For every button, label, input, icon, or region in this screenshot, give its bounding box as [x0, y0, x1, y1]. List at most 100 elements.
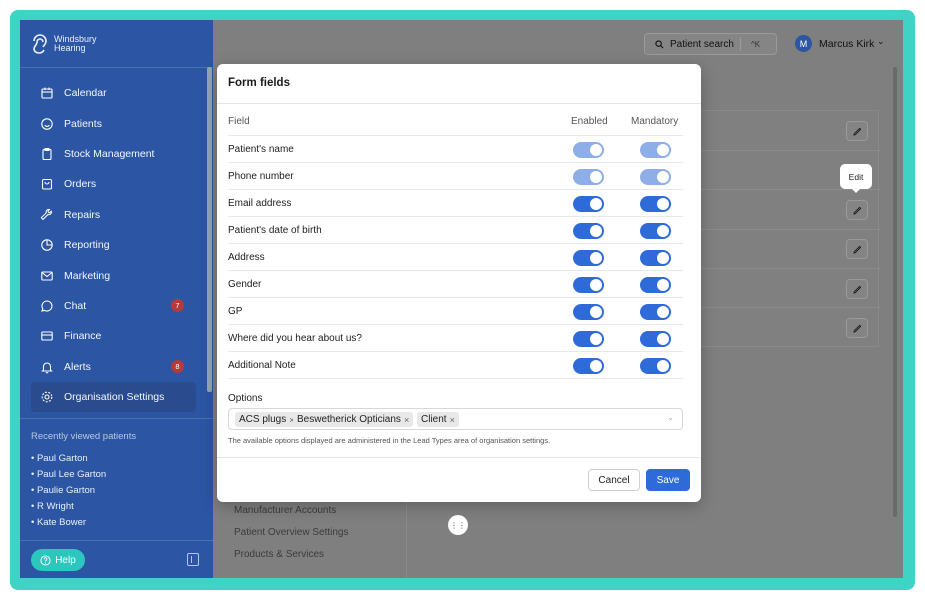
recent-patient-link[interactable]: • Kate Bower	[31, 515, 106, 531]
sidebar-item-stock-management[interactable]: Stock Management	[31, 139, 196, 169]
settings-nav-list: Manufacturer Accounts Patient Overview Se…	[225, 500, 407, 578]
settings-nav-item[interactable]: Patient Overview Settings	[225, 522, 406, 544]
sidebar-item-calendar[interactable]: Calendar	[31, 78, 196, 108]
toggle-knob	[590, 198, 602, 210]
settings-nav-item[interactable]: Manufacturer Accounts	[225, 500, 406, 522]
sidebar-item-alerts[interactable]: Alerts 8	[31, 352, 196, 382]
sidebar-item-label: Finance	[64, 330, 102, 343]
sidebar-item-repairs[interactable]: Repairs	[31, 200, 196, 230]
mandatory-toggle[interactable]	[640, 223, 671, 239]
option-chip-label: Client	[421, 414, 447, 425]
field-label: Address	[228, 252, 265, 263]
gear-icon	[40, 390, 54, 404]
field-row: Patient's date of birth	[228, 216, 683, 243]
sidebar-item-label: Marketing	[64, 269, 111, 282]
main-scrollbar[interactable]	[893, 67, 897, 517]
brand-logo[interactable]: Windsbury Hearing	[30, 30, 97, 58]
sidebar-item-label: Calendar	[64, 87, 107, 100]
options-label: Options	[228, 393, 263, 404]
recent-patient-link[interactable]: • Paul Garton	[31, 451, 106, 467]
remove-option-icon[interactable]: ×	[404, 415, 409, 425]
sidebar-nav: Calendar Patients Stock Management Orders Re…	[31, 78, 196, 413]
drag-handle-icon[interactable]: ⋮⋮	[448, 515, 468, 535]
cancel-button[interactable]: Cancel	[588, 469, 640, 491]
edit-button[interactable]	[846, 200, 868, 220]
field-row: Additional Note	[228, 351, 683, 378]
sidebar-divider	[20, 540, 213, 541]
chevron-down-icon[interactable]: ⌄	[667, 413, 674, 422]
enabled-toggle[interactable]	[573, 277, 604, 293]
remove-option-icon[interactable]: ×	[450, 415, 455, 425]
sidebar-divider	[20, 418, 213, 419]
toggle-knob	[590, 306, 602, 318]
user-name[interactable]: Marcus Kirk	[819, 38, 874, 50]
sidebar-item-patients[interactable]: Patients	[31, 108, 196, 138]
avatar[interactable]: M	[795, 35, 812, 52]
sidebar-item-reporting[interactable]: Reporting	[31, 230, 196, 260]
help-button[interactable]: Help	[31, 549, 85, 571]
enabled-toggle[interactable]	[573, 304, 604, 320]
sidebar-scrollbar[interactable]	[207, 67, 212, 392]
fields-table-header: Field Enabled Mandatory	[228, 115, 683, 135]
settings-nav-item[interactable]: Products & Services	[225, 544, 406, 566]
mandatory-toggle[interactable]	[640, 277, 671, 293]
field-label: Gender	[228, 279, 262, 290]
recent-patient-link[interactable]: • R Wright	[31, 499, 106, 515]
enabled-toggle	[573, 169, 604, 185]
edit-button[interactable]	[846, 121, 868, 141]
field-label: Patient's name	[228, 144, 294, 155]
chat-icon	[40, 299, 54, 313]
question-icon	[40, 554, 51, 566]
enabled-toggle[interactable]	[573, 223, 604, 239]
form-fields-dialog: Form fields Field Enabled Mandatory Pati…	[217, 64, 701, 502]
edit-button[interactable]	[846, 279, 868, 299]
sidebar-item-finance[interactable]: Finance	[31, 321, 196, 351]
sidebar-item-chat[interactable]: Chat 7	[31, 291, 196, 321]
mandatory-toggle[interactable]	[640, 331, 671, 347]
recent-patient-link[interactable]: • Paulie Garton	[31, 483, 106, 499]
mandatory-toggle[interactable]	[640, 196, 671, 212]
clipboard-icon	[40, 147, 54, 161]
edit-tooltip: Edit	[840, 164, 872, 193]
help-label: Help	[55, 554, 76, 566]
mandatory-toggle	[640, 169, 671, 185]
mandatory-toggle	[640, 142, 671, 158]
recent-patient-name: Paulie Garton	[36, 485, 96, 496]
option-chip-label: Beswetherick Opticians	[297, 414, 401, 425]
options-multiselect[interactable]: ⌄ ACS plugs × Beswetherick Opticians × Clien…	[228, 408, 683, 430]
edit-button[interactable]	[846, 239, 868, 259]
enabled-toggle[interactable]	[573, 196, 604, 212]
bag-icon	[40, 177, 54, 191]
toggle-knob	[590, 171, 602, 183]
recent-patient-name: R Wright	[36, 501, 74, 512]
sidebar-item-organisation-settings[interactable]: Organisation Settings	[31, 381, 196, 413]
pencil-icon	[852, 127, 861, 136]
collapse-sidebar-icon[interactable]	[187, 553, 199, 566]
chevron-down-icon[interactable]: ⌄	[877, 36, 885, 47]
recent-patient-link[interactable]: • Paul Lee Garton	[31, 467, 106, 483]
mandatory-toggle[interactable]	[640, 250, 671, 266]
patient-search-button[interactable]: Patient search ^K	[644, 33, 777, 55]
toggle-knob	[657, 333, 669, 345]
sidebar-item-marketing[interactable]: Marketing	[31, 260, 196, 290]
pie-chart-icon	[40, 238, 54, 252]
sidebar-item-orders[interactable]: Orders	[31, 169, 196, 199]
toggle-knob	[590, 225, 602, 237]
field-row: Patient's name	[228, 135, 683, 162]
toggle-knob	[590, 360, 602, 372]
wrench-icon	[40, 208, 54, 222]
sidebar-item-label: Alerts	[64, 360, 91, 373]
enabled-toggle[interactable]	[573, 250, 604, 266]
pencil-icon	[852, 285, 861, 294]
sidebar-divider	[20, 67, 213, 68]
mandatory-toggle[interactable]	[640, 358, 671, 374]
sidebar-item-label: Chat	[64, 299, 87, 312]
save-button[interactable]: Save	[646, 469, 690, 491]
enabled-toggle[interactable]	[573, 358, 604, 374]
edit-button[interactable]	[846, 318, 868, 338]
mandatory-toggle[interactable]	[640, 304, 671, 320]
enabled-toggle[interactable]	[573, 331, 604, 347]
sidebar-item-label: Stock Management	[64, 147, 155, 160]
toggle-knob	[657, 252, 669, 264]
dialog-title: Form fields	[228, 77, 290, 89]
